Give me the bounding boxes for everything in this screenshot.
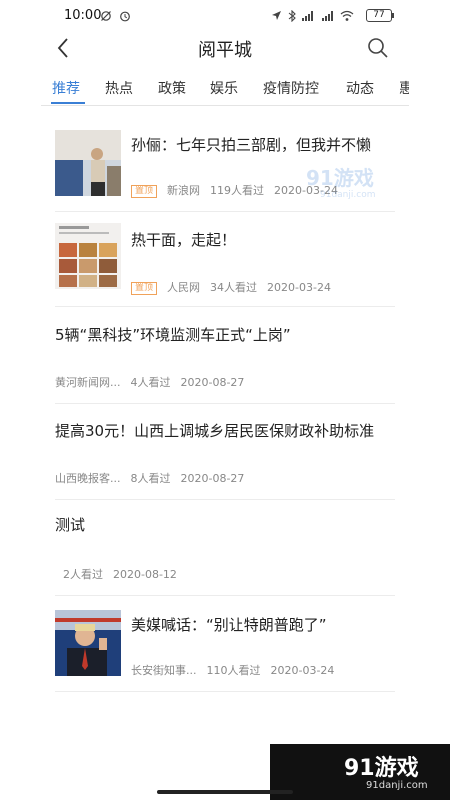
news-source: 长安街知事... (131, 664, 197, 677)
news-meta: 置顶 人民网 34人看过 2020-03-24 (131, 279, 341, 295)
tab-benefit[interactable]: 惠 (399, 78, 409, 98)
news-date: 2020-03-24 (267, 281, 331, 294)
news-views: 110人看过 (206, 664, 261, 677)
watermark-text: 91游戏 (306, 166, 374, 190)
news-title: 孙俪：七年只拍三部剧，但我并不懒 (131, 136, 372, 154)
tab-hot[interactable]: 热点 (105, 78, 133, 98)
pinned-badge: 置顶 (131, 282, 158, 295)
news-thumbnail (55, 610, 121, 676)
app-header: 阅平城 (0, 30, 450, 66)
watermark-url: 91danji.com (320, 190, 376, 200)
tab-epidemic[interactable]: 疫情防控 (263, 78, 319, 98)
brand-text: 91游戏 (344, 756, 419, 781)
news-item[interactable]: 美媒喊话：“别让特朗普跑了” 长安街知事... 110人看过 2020-03-24 (55, 608, 395, 692)
news-title: 测试 (55, 516, 86, 534)
wifi-icon (340, 10, 354, 21)
brand-url: 91danji.com (366, 780, 428, 791)
news-source: 黄河新闻网... (55, 376, 121, 389)
news-item[interactable]: 热干面，走起！ 置顶 人民网 34人看过 2020-03-24 (55, 223, 395, 307)
news-views: 8人看过 (130, 472, 171, 485)
alarm-icon (119, 11, 130, 22)
tab-entertainment[interactable]: 娱乐 (210, 78, 238, 98)
tab-policy[interactable]: 政策 (158, 78, 186, 98)
bluetooth-icon (288, 9, 296, 23)
news-views: 4人看过 (130, 376, 171, 389)
home-indicator[interactable] (157, 790, 293, 794)
status-left-icons (100, 9, 131, 22)
news-date: 2020-08-12 (113, 568, 177, 581)
tab-news[interactable]: 动态 (346, 78, 374, 98)
news-source: 新浪网 (167, 184, 201, 197)
news-views: 34人看过 (210, 281, 258, 294)
news-title: 提高30元！山西上调城乡居民医保财政补助标准 (55, 422, 375, 440)
status-time: 10:00 (64, 8, 102, 23)
news-meta: 黄河新闻网... 4人看过 2020-08-27 (55, 374, 254, 390)
news-date: 2020-03-24 (270, 664, 335, 677)
news-date: 2020-08-27 (180, 472, 245, 485)
news-item[interactable]: 5辆“黑科技”环境监测车正式“上岗” 黄河新闻网... 4人看过 2020-08-2… (55, 318, 395, 404)
news-title: 美媒喊话：“别让特朗普跑了” (131, 616, 327, 634)
news-source: 人民网 (167, 281, 201, 294)
status-bar: 10:00 77 (0, 0, 450, 30)
news-thumbnail (55, 130, 121, 196)
pinned-badge: 置顶 (131, 185, 158, 198)
news-title: 热干面，走起！ (131, 231, 237, 249)
tab-recommend[interactable]: 推荐 (52, 78, 80, 98)
news-title: 5辆“黑科技”环境监测车正式“上岗” (55, 326, 291, 344)
search-icon (368, 38, 388, 58)
category-tabs: 推荐 热点 政策 娱乐 疫情防控 动态 惠 (41, 70, 409, 106)
news-meta: 山西晚报客... 8人看过 2020-08-27 (55, 470, 254, 486)
news-meta: 长安街知事... 110人看过 2020-03-24 (131, 662, 344, 678)
news-meta: 2人看过 2020-08-12 (63, 566, 187, 582)
signal-icon (321, 11, 333, 21)
brand-corner-logo: 91游戏 91danji.com (270, 744, 450, 800)
signal-icon (302, 11, 313, 21)
news-views: 119人看过 (210, 184, 265, 197)
news-date: 2020-08-27 (180, 376, 245, 389)
watermark-logo: 91游戏 91danji.com (280, 158, 380, 208)
status-right-icons (271, 9, 354, 23)
news-thumbnail (55, 223, 121, 289)
news-views: 2人看过 (63, 568, 103, 581)
news-item[interactable]: 提高30元！山西上调城乡居民医保财政补助标准 山西晚报客... 8人看过 2020-… (55, 414, 395, 500)
news-item[interactable]: 测试 2人看过 2020-08-12 (55, 510, 395, 596)
sync-off-icon (101, 11, 111, 21)
battery-indicator: 77 (366, 9, 394, 22)
active-tab-indicator (51, 102, 85, 104)
location-icon (272, 11, 281, 20)
search-button[interactable] (366, 36, 390, 60)
news-source: 山西晚报客... (55, 472, 121, 485)
